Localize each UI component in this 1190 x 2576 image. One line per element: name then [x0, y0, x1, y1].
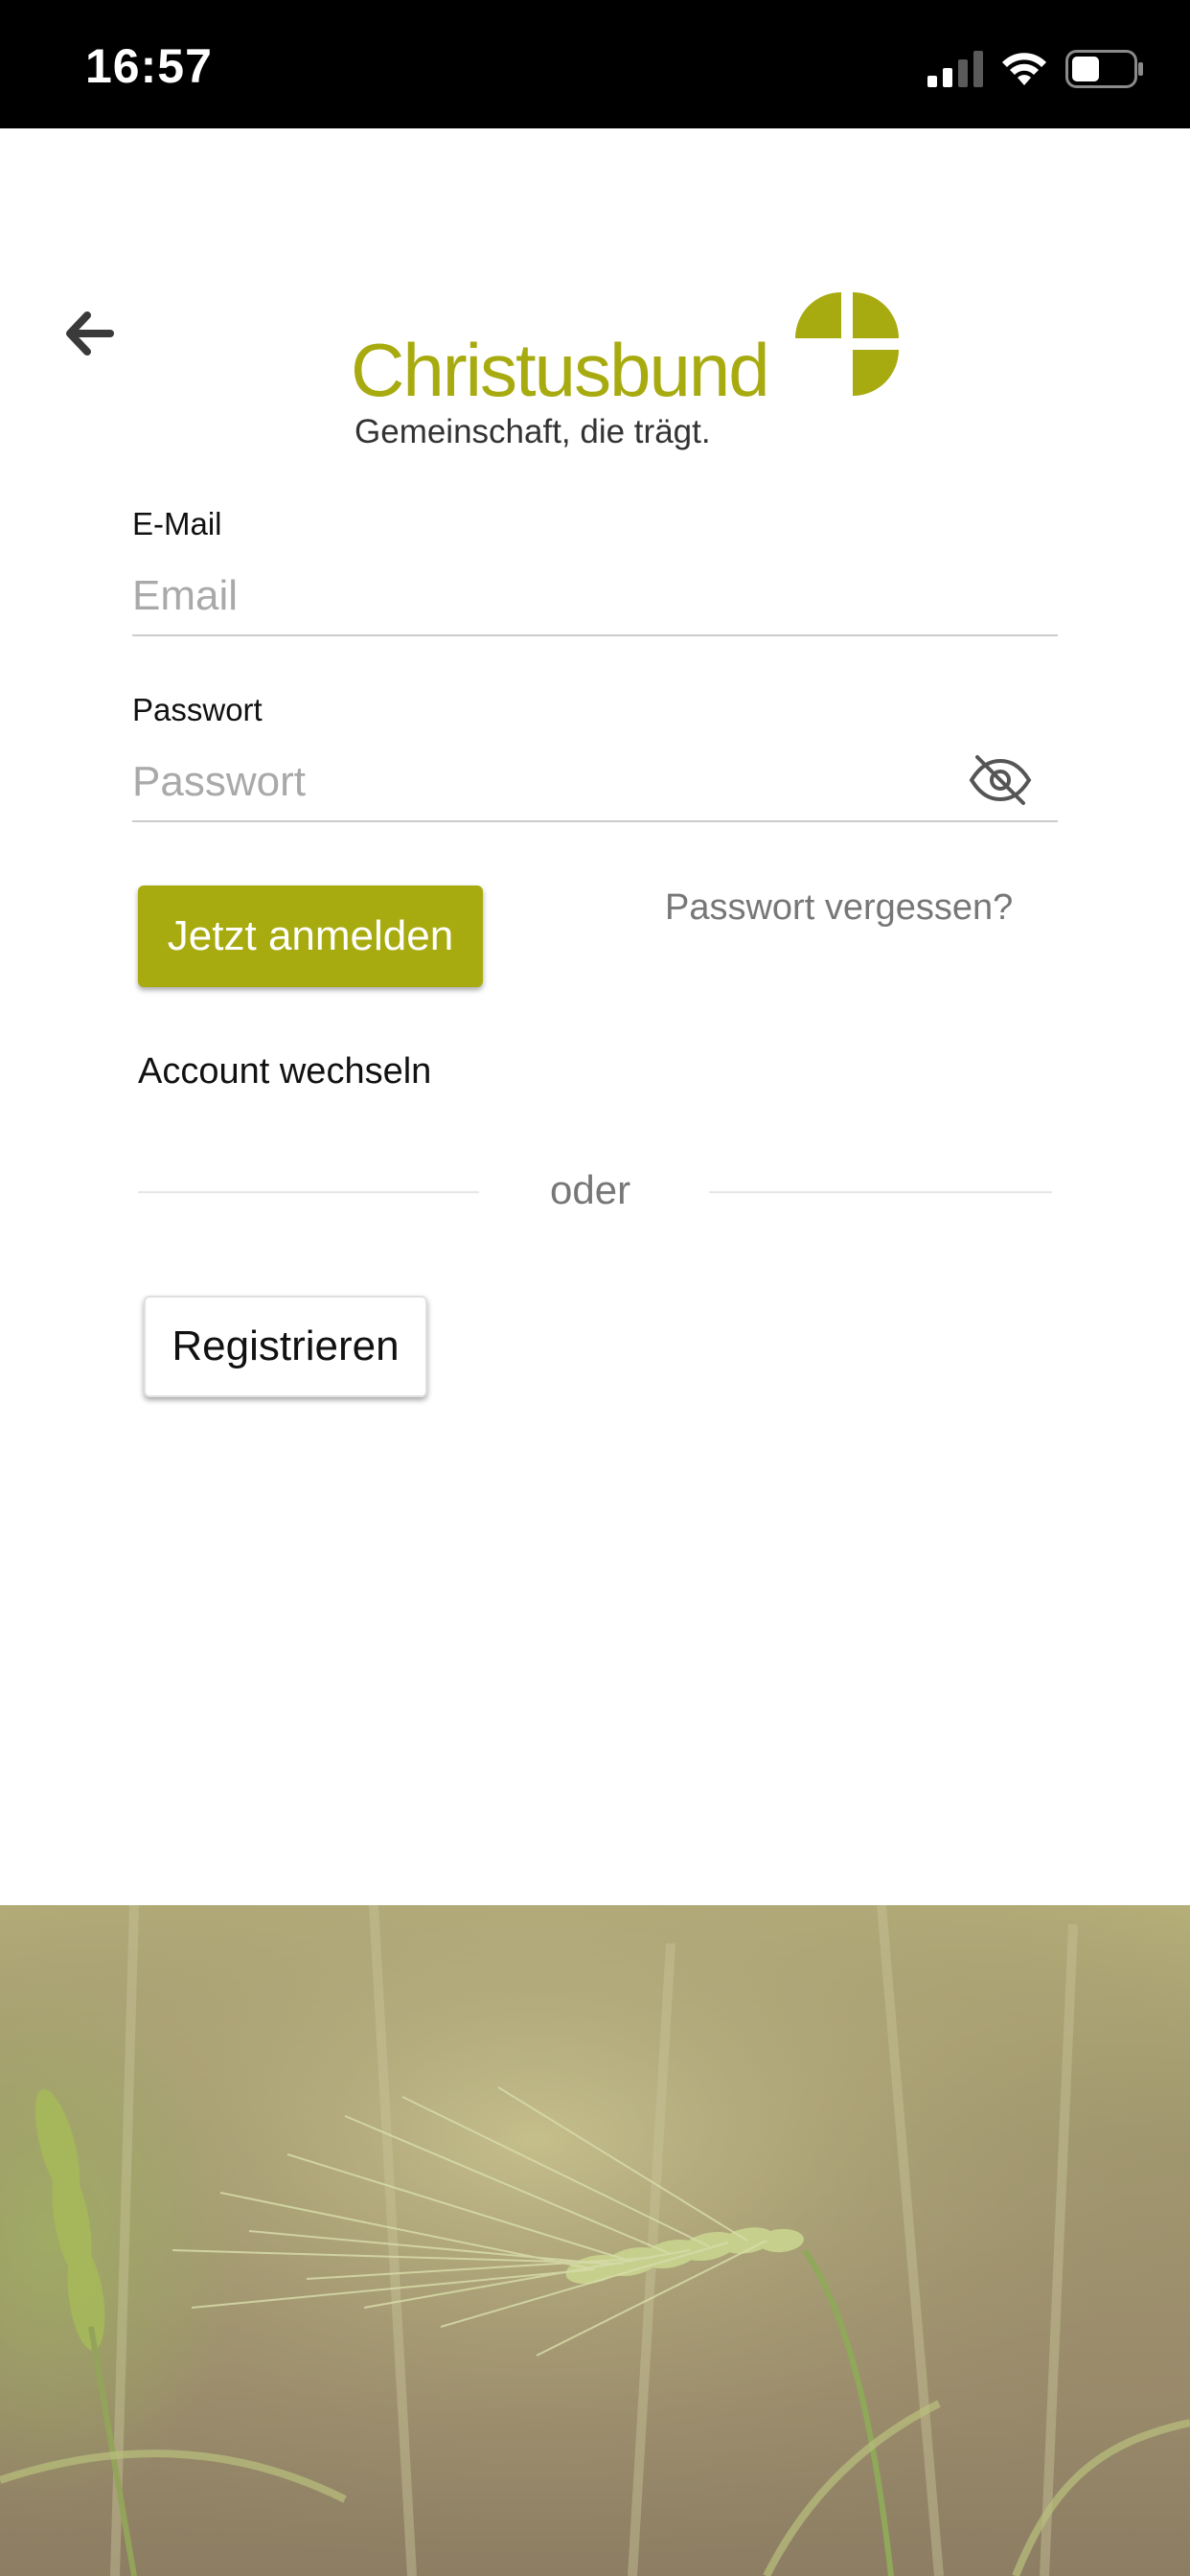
- divider-label: oder: [550, 1167, 631, 1212]
- status-icons: [927, 50, 1144, 88]
- cellular-signal-icon: [927, 51, 983, 87]
- cross-mark-icon: [795, 292, 899, 396]
- wheat-illustration: [0, 1905, 1190, 2576]
- switch-account-link[interactable]: Account wechseln: [138, 1051, 431, 1092]
- status-bar: 16:57: [0, 0, 1190, 128]
- password-field[interactable]: [132, 744, 1058, 822]
- christusbund-logo: Christusbund Gemeinschaft, die trägt.: [351, 292, 899, 455]
- email-field[interactable]: [132, 558, 1058, 636]
- forgot-password-link[interactable]: Passwort vergessen?: [665, 887, 1013, 929]
- register-button[interactable]: Registrieren: [144, 1296, 427, 1397]
- arrow-left-icon: [66, 311, 114, 356]
- divider-left: [138, 1191, 479, 1193]
- logo-wordmark: Christusbund: [351, 328, 770, 412]
- wheat-field-photo: [0, 1905, 1190, 2576]
- email-label: E-Mail: [132, 506, 222, 541]
- back-button[interactable]: [59, 305, 117, 362]
- password-label: Passwort: [132, 692, 263, 727]
- battery-icon: [1065, 50, 1143, 88]
- logo-tagline: Gemeinschaft, die trägt.: [355, 413, 711, 450]
- divider-right: [709, 1191, 1052, 1193]
- password-visibility-toggle[interactable]: [968, 753, 1033, 807]
- login-button[interactable]: Jetzt anmelden: [138, 886, 483, 987]
- eye-off-icon: [969, 755, 1032, 805]
- status-time: 16:57: [85, 39, 213, 93]
- wifi-icon: [1002, 53, 1046, 85]
